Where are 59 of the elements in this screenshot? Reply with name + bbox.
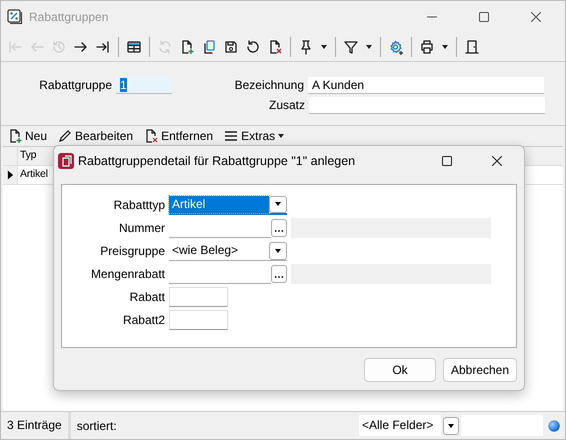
undo-icon xyxy=(245,39,261,55)
filter-icon xyxy=(343,39,359,55)
maximize-icon[interactable] xyxy=(442,156,452,166)
field-label: Preisgruppe xyxy=(99,244,166,258)
dropdown-field[interactable]: <wie Beleg> xyxy=(169,242,287,260)
caret-icon xyxy=(365,43,373,51)
history-icon xyxy=(51,39,67,55)
new-button[interactable]: Neu xyxy=(5,128,50,144)
caret-icon xyxy=(441,43,449,51)
input-field[interactable]: A Kunden xyxy=(308,76,544,94)
ok-button[interactable]: Ok xyxy=(364,358,436,382)
documents-icon xyxy=(58,153,74,169)
last-icon xyxy=(95,39,111,55)
app-icon xyxy=(7,9,23,25)
input-field[interactable] xyxy=(169,287,228,307)
table-cell-text: Artikel xyxy=(19,167,49,182)
ellipsis-icon xyxy=(274,275,284,279)
field-label: Mengenrabatt xyxy=(90,267,166,281)
first-icon xyxy=(7,39,23,55)
maximize-icon[interactable] xyxy=(479,12,489,22)
save-icon xyxy=(223,39,239,55)
ellipsis-icon xyxy=(274,229,284,233)
pencil-icon xyxy=(57,128,74,144)
edit-button[interactable]: Bearbeiten xyxy=(55,128,136,144)
refresh-icon xyxy=(157,39,173,55)
field-label: Rabattgruppe xyxy=(38,78,113,92)
field-label: Rabatttyp xyxy=(112,198,166,212)
field-filter-dropdown[interactable]: <Alle Felder> xyxy=(359,415,441,436)
cancel-button[interactable]: Abbrechen xyxy=(443,358,517,382)
browse-button[interactable] xyxy=(271,265,287,283)
close-icon[interactable] xyxy=(492,156,502,166)
search-ball-icon[interactable] xyxy=(547,418,561,432)
caret-icon xyxy=(447,422,455,430)
entry-count: 3 Einträge xyxy=(1,412,71,439)
column-header[interactable]: Typ xyxy=(18,147,38,165)
field-label: Zusatz xyxy=(268,98,306,112)
dropdown-button[interactable] xyxy=(443,416,459,434)
caret-icon xyxy=(320,43,328,51)
gear-icon xyxy=(388,39,404,55)
input-field[interactable] xyxy=(309,96,545,114)
close-icon[interactable] xyxy=(531,12,541,22)
input-field[interactable] xyxy=(169,310,228,330)
browse-button[interactable] xyxy=(271,219,287,237)
field-label: Bezeichnung xyxy=(234,78,305,92)
field-label: Rabatt xyxy=(128,290,166,304)
door-icon xyxy=(464,39,480,55)
caret-icon xyxy=(274,200,282,208)
dialog-title: Rabattgruppendetail für Rabattgruppe "1" anlegen xyxy=(78,154,356,168)
input-field[interactable]: 1 xyxy=(116,76,172,94)
field-label: Rabatt2 xyxy=(122,313,166,327)
window-title: Rabattgruppen xyxy=(29,10,108,24)
caret-icon xyxy=(274,246,282,254)
caret-icon xyxy=(277,132,286,140)
extras-menu-button[interactable]: Extras xyxy=(221,128,288,144)
table-icon xyxy=(126,39,142,55)
printer-icon xyxy=(419,39,435,55)
sort-label: sortiert: xyxy=(76,418,118,432)
remove-button[interactable]: Entfernen xyxy=(141,128,216,144)
field-label: Nummer xyxy=(118,221,166,235)
